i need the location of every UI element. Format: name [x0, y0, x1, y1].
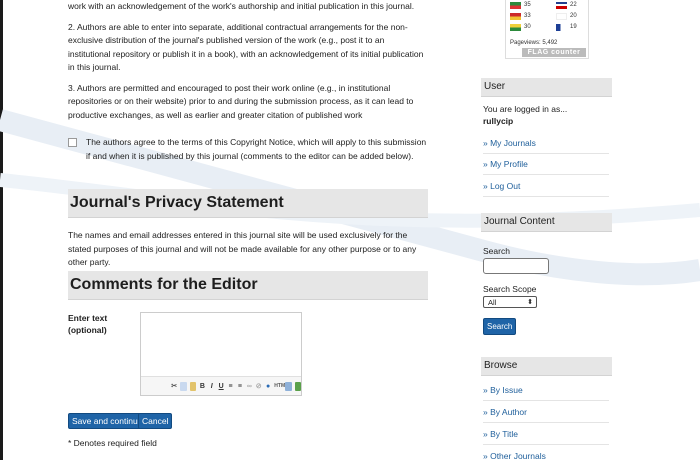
paste-icon[interactable] [189, 381, 197, 391]
flag-icon [510, 24, 521, 31]
consent-label: The authors agree to the terms of this C… [86, 137, 427, 161]
flag-row-1: 35 22 [510, 2, 577, 9]
html-icon[interactable]: HTML [274, 382, 288, 391]
browse-link-by-title[interactable]: » By Title [483, 424, 609, 445]
terms-paragraph-2: 2. Authors are able to enter into separa… [68, 21, 424, 73]
scope-selected-value: All [488, 298, 497, 307]
window-frame-edge [0, 0, 3, 460]
comments-heading: Comments for the Editor [68, 271, 428, 300]
save-continue-button[interactable]: Save and continue [68, 413, 147, 429]
browse-heading: Browse [481, 357, 612, 376]
copy-icon[interactable] [180, 381, 187, 391]
image-icon[interactable] [285, 381, 292, 391]
sidebar-link-my-journals[interactable]: » My Journals [483, 133, 609, 154]
comments-field-label: Enter text (optional) [68, 313, 108, 335]
flag-counter-logo: FLAG counter [522, 48, 586, 57]
user-heading: User [481, 78, 612, 97]
terms-paragraph-1: work with an acknowledgement of the work… [68, 1, 415, 11]
flag-icon [556, 24, 568, 31]
privacy-heading: Journal's Privacy Statement [68, 189, 428, 218]
cut-icon[interactable]: ✂ [171, 382, 177, 391]
flag-count: 20 [570, 13, 577, 19]
flag-count: 30 [524, 24, 531, 30]
terms-paragraph-3: 3. Authors are permitted and encouraged … [68, 82, 414, 120]
flag-count: 33 [524, 13, 531, 19]
flag-icon [556, 2, 568, 9]
browse-link-by-author[interactable]: » By Author [483, 402, 609, 423]
search-label: Search [483, 246, 510, 256]
search-scope-select[interactable]: All ⬍ [483, 296, 537, 308]
unlink-icon[interactable]: ⊘ [256, 382, 262, 391]
spellcheck-icon[interactable] [294, 381, 302, 391]
flag-count: 22 [570, 2, 577, 8]
numbered-list-icon[interactable]: ≡ [237, 382, 243, 391]
sidebar-link-log-out[interactable]: » Log Out [483, 176, 609, 197]
required-note: * Denotes required field [68, 438, 157, 448]
flag-row-3: 30 19 [510, 24, 577, 31]
privacy-text: The names and email addresses entered in… [68, 230, 417, 267]
editor-toolbar: ✂ B I U ≡ ≡ ∞ ⊘ ● HTML [141, 376, 302, 395]
bold-icon[interactable]: B [199, 382, 205, 391]
cancel-button[interactable]: Cancel [138, 413, 173, 429]
underline-icon[interactable]: U [218, 382, 224, 391]
comments-editor[interactable]: ✂ B I U ≡ ≡ ∞ ⊘ ● HTML [140, 312, 302, 396]
flag-count: 35 [524, 2, 531, 8]
logged-in-label: You are logged in as... [483, 104, 568, 114]
anchor-icon[interactable]: ● [265, 382, 271, 391]
flag-counter-widget[interactable]: 35 22 33 20 30 19 Pageviews: 5,492 FLAG … [505, 0, 589, 59]
browse-link-other-journals[interactable]: » Other Journals [483, 446, 609, 466]
copyright-consent[interactable]: The authors agree to the terms of this C… [68, 136, 428, 163]
search-button[interactable]: Search [483, 318, 517, 335]
flag-icon [510, 13, 521, 20]
copyright-terms: work with an acknowledgement of the work… [68, 0, 428, 129]
search-scope-label: Search Scope [483, 284, 537, 294]
sidebar-link-my-profile[interactable]: » My Profile [483, 154, 609, 175]
username: rullycip [483, 116, 514, 126]
link-icon[interactable]: ∞ [246, 382, 252, 391]
bullet-list-icon[interactable]: ≡ [227, 382, 233, 391]
pageviews-count: Pageviews: 5,492 [510, 40, 558, 46]
italic-icon[interactable]: I [209, 382, 215, 391]
flag-icon [510, 2, 521, 9]
flag-row-2: 33 20 [510, 13, 577, 20]
chevron-updown-icon: ⬍ [527, 299, 533, 306]
flag-icon [556, 13, 568, 20]
flag-count: 19 [570, 24, 577, 30]
search-input[interactable] [483, 258, 549, 274]
consent-checkbox[interactable] [68, 138, 77, 147]
browse-link-by-issue[interactable]: » By Issue [483, 380, 609, 401]
journal-content-heading: Journal Content [481, 213, 612, 232]
